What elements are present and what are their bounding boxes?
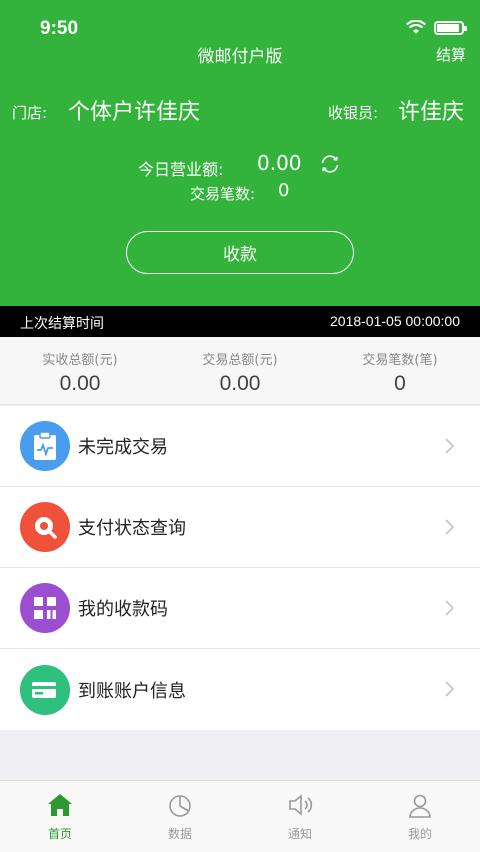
header: 9:50 微邮付户版 结算 门店: 个体户许佳庆 收银员: 许佳庆 今日营业额:… [0,0,480,306]
speaker-icon [289,794,313,816]
user-icon [409,794,431,818]
summary-transaction-total: 交易总额(元) 0.00 [160,337,320,404]
summary-stats: 实收总额(元) 0.00 交易总额(元) 0.00 交易笔数(笔) 0 [0,337,480,405]
menu-item-account-info[interactable]: 到账账户信息 [0,649,480,730]
menu-item-label: 我的收款码 [78,599,168,620]
qr-code-icon [20,583,70,633]
last-settlement-label: 上次结算时间 [20,316,104,332]
refresh-icon[interactable] [318,152,342,176]
menu-item-label: 支付状态查询 [78,518,186,539]
menu-item-my-payment-code[interactable]: 我的收款码 [0,568,480,649]
tab-label: 首页 [47,827,72,841]
cashier-name: 许佳庆 [398,100,465,125]
tab-data[interactable]: 数据 [120,781,240,852]
last-settlement-bar: 上次结算时间 2018-01-05 00:00:00 [0,306,480,337]
search-query-icon [20,502,70,552]
app-title: 微邮付户版 [197,47,283,67]
card-icon [20,664,70,715]
transaction-count-value: 0 [278,180,290,201]
summary-value: 0.00 [219,372,261,395]
menu-item-incomplete-transactions[interactable]: 未完成交易 [0,406,480,487]
cashier-label: 收银员: [328,104,379,122]
chevron-right-icon [445,438,455,454]
wifi-icon [406,20,426,34]
menu-item-label: 到账账户信息 [78,680,186,702]
summary-label: 实收总额(元) [42,353,118,368]
today-revenue-value: 0.00 [257,151,302,175]
home-icon [48,794,72,816]
tab-bar: 首页 数据 通知 我的 [0,780,480,852]
function-menu: 未完成交易 支付状态查询 我的收款码 到账账户信息 [0,406,480,730]
tab-home[interactable]: 首页 [0,781,120,852]
pie-chart-icon [169,795,191,817]
menu-item-payment-status-query[interactable]: 支付状态查询 [0,487,480,568]
chevron-right-icon [445,600,455,616]
summary-label: 交易笔数(笔) [362,353,438,368]
clipboard-icon [20,421,70,471]
tab-profile[interactable]: 我的 [360,781,480,852]
summary-actual-total: 实收总额(元) 0.00 [0,337,160,404]
summary-value: 0.00 [59,372,101,395]
store-label: 门店: [12,104,48,122]
summary-label: 交易总额(元) [202,353,278,368]
store-name: 个体户许佳庆 [68,100,201,125]
chevron-right-icon [445,681,455,697]
transaction-count-label: 交易笔数: [190,185,256,203]
status-time: 9:50 [40,18,79,39]
summary-transaction-count: 交易笔数(笔) 0 [320,337,480,404]
battery-icon [434,20,467,35]
status-icons [406,20,467,35]
tab-label: 通知 [287,827,312,841]
tab-label: 数据 [167,827,192,841]
tab-label: 我的 [407,827,432,841]
last-settlement-time: 2018-01-05 00:00:00 [330,313,460,329]
tab-notifications[interactable]: 通知 [240,781,360,852]
chevron-right-icon [445,519,455,535]
summary-value: 0 [394,372,406,395]
settle-button[interactable]: 结算 [436,44,466,65]
collect-payment-button[interactable]: 收款 [126,231,354,274]
today-revenue-label: 今日营业额: [138,160,224,179]
menu-item-label: 未完成交易 [78,437,168,458]
